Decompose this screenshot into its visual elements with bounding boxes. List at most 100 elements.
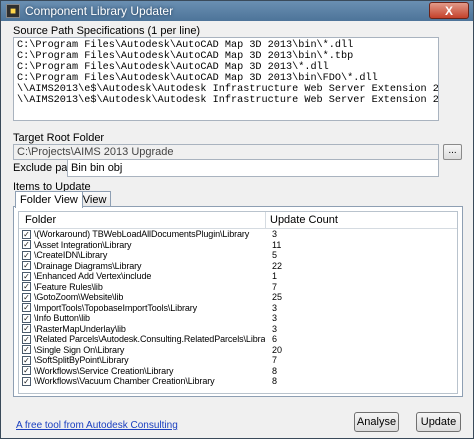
update-count-cell: 20 — [272, 344, 283, 355]
table-row[interactable]: ✓ \Related Parcels\Autodesk.Consulting.Re… — [19, 334, 457, 345]
folder-cell: ✓ \Enhanced Add Vertex\include — [19, 271, 265, 281]
row-checkbox[interactable]: ✓ — [22, 355, 31, 365]
update-count-cell: 7 — [272, 281, 278, 292]
folder-cell: ✓ \Drainage Diagrams\Library — [19, 261, 265, 271]
browse-button[interactable]: ... — [443, 144, 462, 160]
update-count-cell: 7 — [272, 355, 278, 366]
folder-cell: ✓ \Workflows\Service Creation\Library — [19, 366, 265, 376]
folder-path-text: \Single Sign On\Library — [34, 344, 125, 355]
app-window: ■ Component Library Updater X Source Pat… — [0, 0, 474, 439]
folder-path-text: \CreateIDN\Library — [34, 250, 108, 261]
app-icon: ■ — [6, 4, 20, 18]
folder-cell: ✓ \Related Parcels\Autodesk.Consulting.Re… — [19, 334, 265, 344]
update-count-cell: 1 — [272, 271, 278, 282]
exclude-pattern-input[interactable]: Bin bin obj — [67, 159, 439, 177]
folder-cell: ✓ \Feature Rules\lib — [19, 282, 265, 292]
update-count-cell: 6 — [272, 334, 278, 345]
folder-path-text: \Feature Rules\lib — [34, 281, 103, 292]
update-count-cell: 8 — [272, 376, 278, 387]
table-row[interactable]: ✓ \Workflows\Vacuum Chamber Creation\Libr… — [19, 376, 457, 387]
update-count-cell: 8 — [272, 365, 278, 376]
row-checkbox[interactable]: ✓ — [22, 240, 31, 250]
column-header-update-count[interactable]: Update Count — [265, 212, 455, 228]
table-row[interactable]: ✓ \GotoZoom\Website\lib 25 — [19, 292, 457, 303]
update-button[interactable]: Update — [416, 412, 461, 432]
row-checkbox[interactable]: ✓ — [22, 376, 31, 386]
folder-cell: ✓ \Workflows\Vacuum Chamber Creation\Libr… — [19, 376, 265, 386]
table-row[interactable]: ✓ \Asset Integration\Library 11 — [19, 240, 457, 251]
row-checkbox[interactable]: ✓ — [22, 282, 31, 292]
source-path-line: \\AIMS2013\e$\Autodesk\Autodesk Infrastr… — [17, 84, 439, 95]
source-path-line: \\AIMS2013\e$\Autodesk\Autodesk Infrastr… — [17, 95, 439, 106]
row-checkbox[interactable]: ✓ — [22, 271, 31, 281]
table-row[interactable]: ✓ \Single Sign On\Library 20 — [19, 345, 457, 356]
title-bar[interactable]: ■ Component Library Updater X — [1, 1, 473, 21]
table-row[interactable]: ✓ \SoftSplitByPoint\Library 7 — [19, 355, 457, 366]
folder-cell: ✓ \Single Sign On\Library — [19, 345, 265, 355]
column-header-folder[interactable]: Folder — [19, 212, 265, 228]
folder-path-text: \Info Button\lib — [34, 313, 90, 324]
row-checkbox[interactable]: ✓ — [22, 345, 31, 355]
row-checkbox[interactable]: ✓ — [22, 313, 31, 323]
tab-folder-view[interactable]: Folder View — [15, 191, 83, 208]
row-checkbox[interactable]: ✓ — [22, 250, 31, 260]
table-row[interactable]: ✓ \Info Button\lib 3 — [19, 313, 457, 324]
row-checkbox[interactable]: ✓ — [22, 261, 31, 271]
folder-path-text: \ImportTools\TopobaseImportTools\Library — [34, 302, 198, 313]
update-count-cell: 3 — [272, 229, 278, 240]
folder-path-text: \Workflows\Vacuum Chamber Creation\Libra… — [34, 376, 215, 387]
target-label: Target Root Folder — [13, 132, 105, 144]
update-count-cell: 11 — [272, 239, 282, 250]
update-count-cell: 3 — [272, 323, 278, 334]
folder-cell: ✓ \GotoZoom\Website\lib — [19, 292, 265, 302]
folder-grid: Folder Update Count ✓ \(Workaround) TBWeb… — [18, 211, 458, 394]
folder-cell: ✓ \Asset Integration\Library — [19, 240, 265, 250]
table-row[interactable]: ✓ \Workflows\Service Creation\Library 8 — [19, 366, 457, 377]
row-checkbox[interactable]: ✓ — [22, 324, 31, 334]
source-path-line: C:\Program Files\Autodesk\AutoCAD Map 3D… — [17, 40, 354, 51]
folder-cell: ✓ \SoftSplitByPoint\Library — [19, 355, 265, 365]
folder-cell: ✓ \Info Button\lib — [19, 313, 265, 323]
folder-path-text: \Related Parcels\Autodesk.Consulting.Rel… — [34, 334, 265, 345]
update-count-cell: 25 — [272, 292, 283, 303]
grid-body: ✓ \(Workaround) TBWebLoadAllDocumentsPlug… — [19, 229, 457, 387]
row-checkbox[interactable]: ✓ — [22, 334, 31, 344]
source-path-line: C:\Program Files\Autodesk\AutoCAD Map 3D… — [17, 73, 378, 84]
table-row[interactable]: ✓ \(Workaround) TBWebLoadAllDocumentsPlug… — [19, 229, 457, 240]
table-row[interactable]: ✓ \RasterMapUnderlay\lib 3 — [19, 324, 457, 335]
table-row[interactable]: ✓ \Enhanced Add Vertex\include 1 — [19, 271, 457, 282]
row-checkbox[interactable]: ✓ — [22, 229, 31, 239]
folder-path-text: \Enhanced Add Vertex\include — [34, 271, 152, 282]
update-count-cell: 3 — [272, 313, 278, 324]
folder-path-text: \GotoZoom\Website\lib — [34, 292, 124, 303]
target-folder-field[interactable]: C:\Projects\AIMS 2013 Upgrade — [13, 144, 439, 160]
folder-path-text: \(Workaround) TBWebLoadAllDocumentsPlugi… — [34, 229, 250, 240]
source-path-line: C:\Program Files\Autodesk\AutoCAD Map 3D… — [17, 51, 354, 62]
analyse-button[interactable]: Analyse — [354, 412, 399, 432]
source-paths-textarea[interactable]: C:\Program Files\Autodesk\AutoCAD Map 3D… — [13, 37, 439, 121]
folder-cell: ✓ \RasterMapUnderlay\lib — [19, 324, 265, 334]
update-count-cell: 22 — [272, 260, 283, 271]
folder-cell: ✓ \ImportTools\TopobaseImportTools\Librar… — [19, 303, 265, 313]
folder-path-text: \Workflows\Service Creation\Library — [34, 365, 174, 376]
close-button[interactable]: X — [429, 2, 469, 19]
update-count-cell: 5 — [272, 250, 278, 261]
row-checkbox[interactable]: ✓ — [22, 366, 31, 376]
tab-panel: Folder Update Count ✓ \(Workaround) TBWeb… — [13, 206, 463, 397]
row-checkbox[interactable]: ✓ — [22, 292, 31, 302]
update-count-cell: 3 — [272, 302, 278, 313]
folder-cell: ✓ \(Workaround) TBWebLoadAllDocumentsPlug… — [19, 229, 265, 239]
table-row[interactable]: ✓ \CreateIDN\Library 5 — [19, 250, 457, 261]
folder-path-text: \Drainage Diagrams\Library — [34, 260, 142, 271]
folder-path-text: \SoftSplitByPoint\Library — [34, 355, 129, 366]
table-row[interactable]: ✓ \Feature Rules\lib 7 — [19, 282, 457, 293]
autodesk-consulting-link[interactable]: A free tool from Autodesk Consulting — [16, 420, 178, 431]
table-row[interactable]: ✓ \Drainage Diagrams\Library 22 — [19, 261, 457, 272]
source-path-line: C:\Program Files\Autodesk\AutoCAD Map 3D… — [17, 62, 329, 73]
table-row[interactable]: ✓ \ImportTools\TopobaseImportTools\Librar… — [19, 303, 457, 314]
window-title: Component Library Updater — [25, 4, 174, 18]
items-tabs: Folder View File View Folder Update Coun… — [13, 191, 463, 397]
row-checkbox[interactable]: ✓ — [22, 303, 31, 313]
folder-cell: ✓ \CreateIDN\Library — [19, 250, 265, 260]
folder-path-text: \Asset Integration\Library — [34, 239, 132, 250]
